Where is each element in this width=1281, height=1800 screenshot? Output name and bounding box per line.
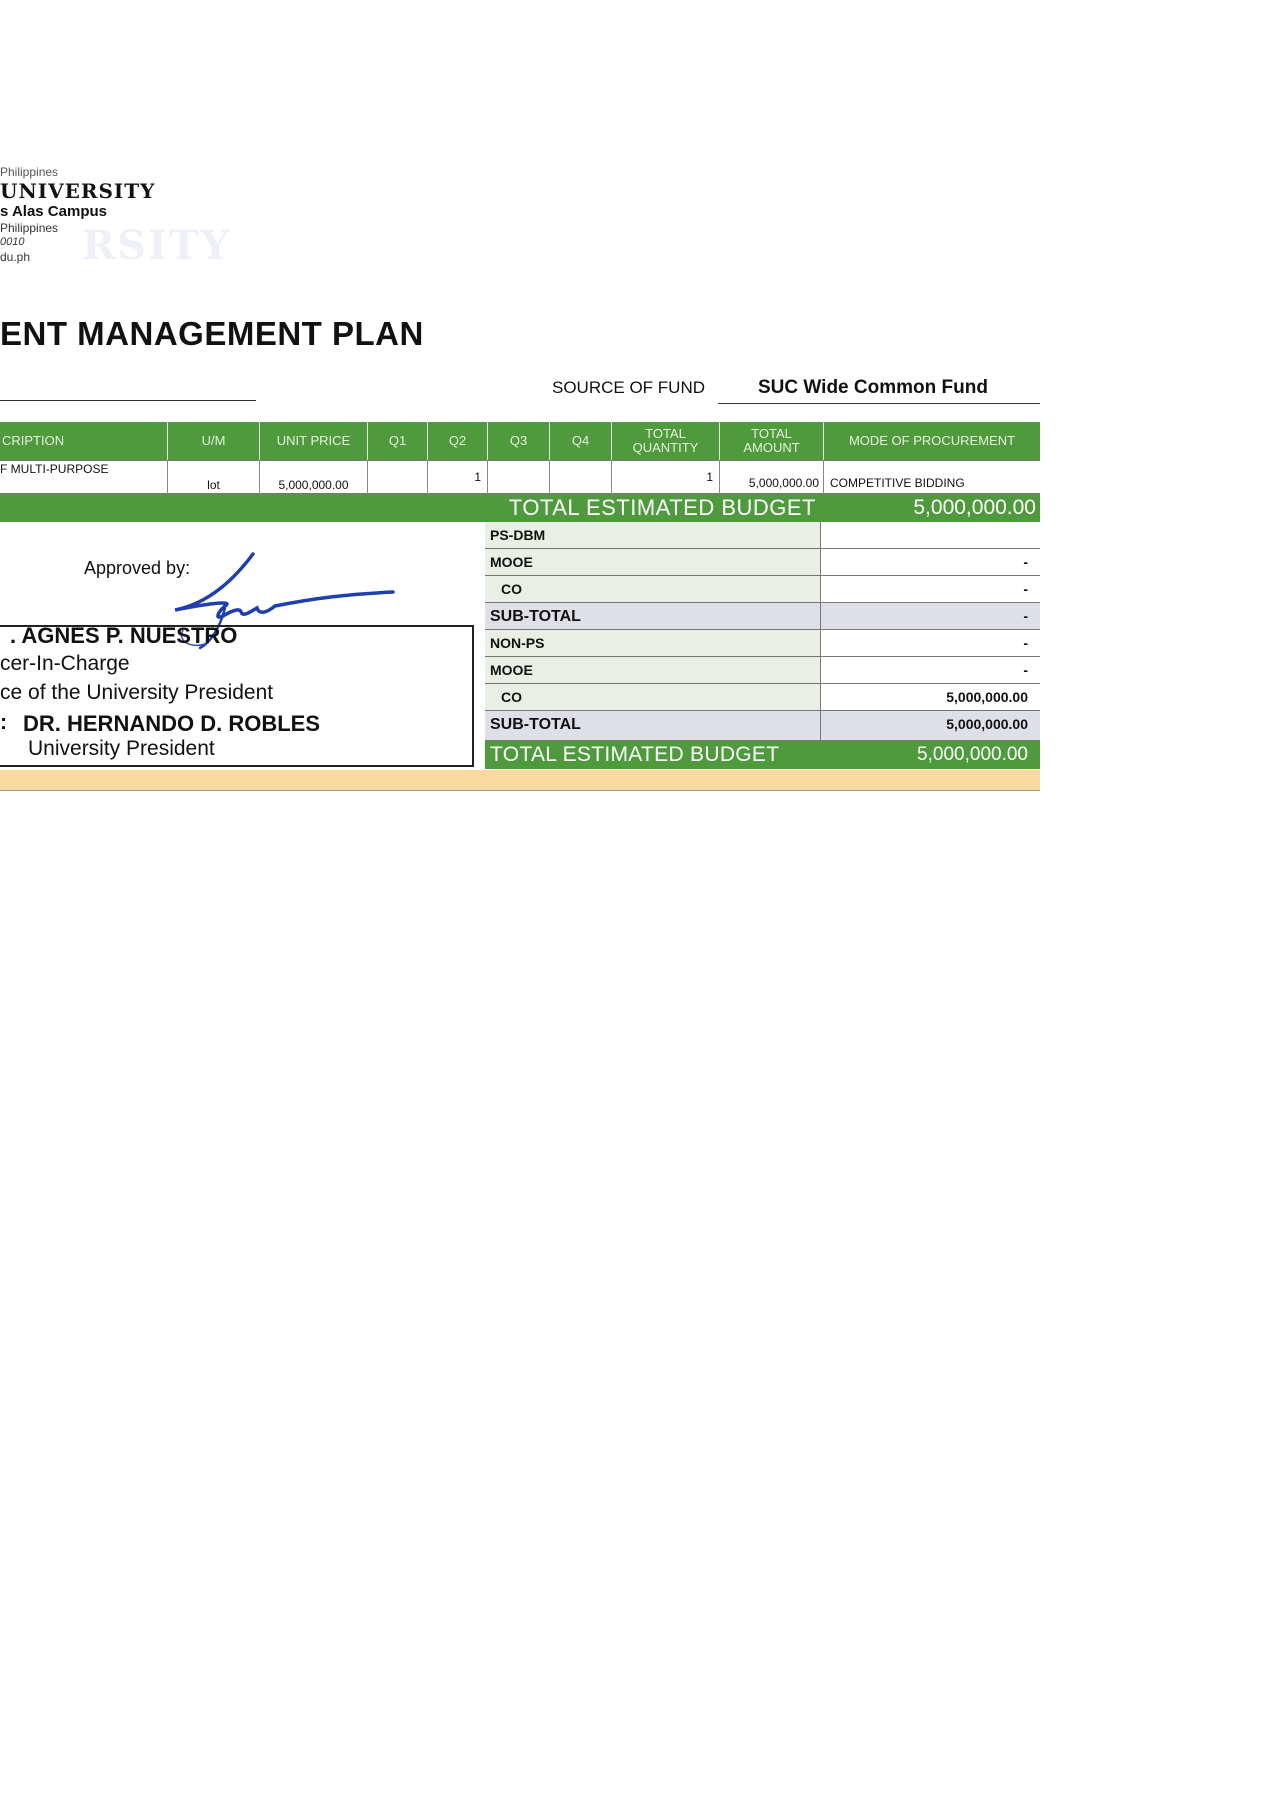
letterhead-university: UNIVERSITY: [0, 179, 156, 203]
for-title: University President: [28, 737, 215, 760]
summary-mooe-label: MOOE: [485, 549, 821, 576]
orange-band: [0, 770, 1040, 791]
row-q1: [368, 460, 428, 494]
row-total-quantity: 1: [612, 460, 720, 494]
row-total-amount: 5,000,000.00: [720, 460, 824, 494]
total-budget-value: 5,000,000.00: [913, 496, 1036, 519]
header-total-quantity: TOTAL QUANTITY: [612, 422, 720, 460]
summary-mooe-value: -: [821, 549, 1040, 576]
row-mode-of-procurement: COMPETITIVE BIDDING: [830, 476, 965, 490]
source-of-fund-label: SOURCE OF FUND: [552, 378, 705, 397]
row-unit-price: 5,000,000.00: [260, 460, 368, 494]
row-description: F MULTI-PURPOSE: [0, 460, 168, 494]
summary-ps-dbm-label: PS-DBM: [485, 522, 821, 549]
for-prefix: :: [0, 711, 7, 734]
summary-co-value: -: [821, 576, 1040, 603]
summary-co2-value: 5,000,000.00: [821, 684, 1040, 711]
summary-mooe2-value: -: [821, 657, 1040, 684]
letterhead-campus: s Alas Campus: [0, 203, 107, 220]
page-title: ENT MANAGEMENT PLAN: [0, 315, 424, 352]
total-budget-label: TOTAL ESTIMATED BUDGET: [508, 495, 816, 520]
for-name: DR. HERNANDO D. ROBLES: [23, 711, 321, 736]
summary-ps-dbm-value: [821, 522, 1040, 549]
summary-subtotal2-label: SUB-TOTAL: [485, 711, 821, 741]
header-unit-price: UNIT PRICE: [260, 422, 368, 460]
summary-mooe2-label: MOOE: [485, 657, 821, 684]
row-um: lot: [168, 460, 260, 494]
row-q2: 1: [428, 460, 488, 494]
source-of-fund-value: SUC Wide Common Fund: [718, 377, 1040, 404]
header-q3: Q3: [488, 422, 550, 460]
summary-subtotal2-value: 5,000,000.00: [821, 711, 1040, 741]
header-mode-of-procurement: MODE OF PROCUREMENT: [824, 422, 1040, 460]
final-total-label: TOTAL ESTIMATED BUDGET: [490, 743, 780, 766]
watermark: RSITY: [82, 222, 232, 269]
final-total-value: 5,000,000.00: [917, 744, 1028, 765]
header-q1: Q1: [368, 422, 428, 460]
summary-co-label: CO: [485, 576, 821, 603]
summary-co2-label: CO: [485, 684, 821, 711]
summary-non-ps-label: NON-PS: [485, 630, 821, 657]
row-q3: [488, 460, 550, 494]
header-q2: Q2: [428, 422, 488, 460]
header-q4: Q4: [550, 422, 612, 460]
header-description: CRIPTION: [0, 422, 168, 460]
blank-field-underline: [0, 400, 256, 401]
summary-non-ps-value: -: [821, 630, 1040, 657]
summary-subtotal-label: SUB-TOTAL: [485, 603, 821, 630]
signatory-name: . AGNES P. NUESTRO: [10, 623, 238, 648]
row-q4: [550, 460, 612, 494]
signatory-role: cer-In-Charge: [0, 652, 130, 675]
letterhead-line1: Philippines: [0, 165, 59, 179]
header-total-amount: TOTAL AMOUNT: [720, 422, 824, 460]
summary-subtotal-value: -: [821, 603, 1040, 630]
signatory-office: ce of the University President: [0, 681, 274, 704]
header-um: U/M: [168, 422, 260, 460]
